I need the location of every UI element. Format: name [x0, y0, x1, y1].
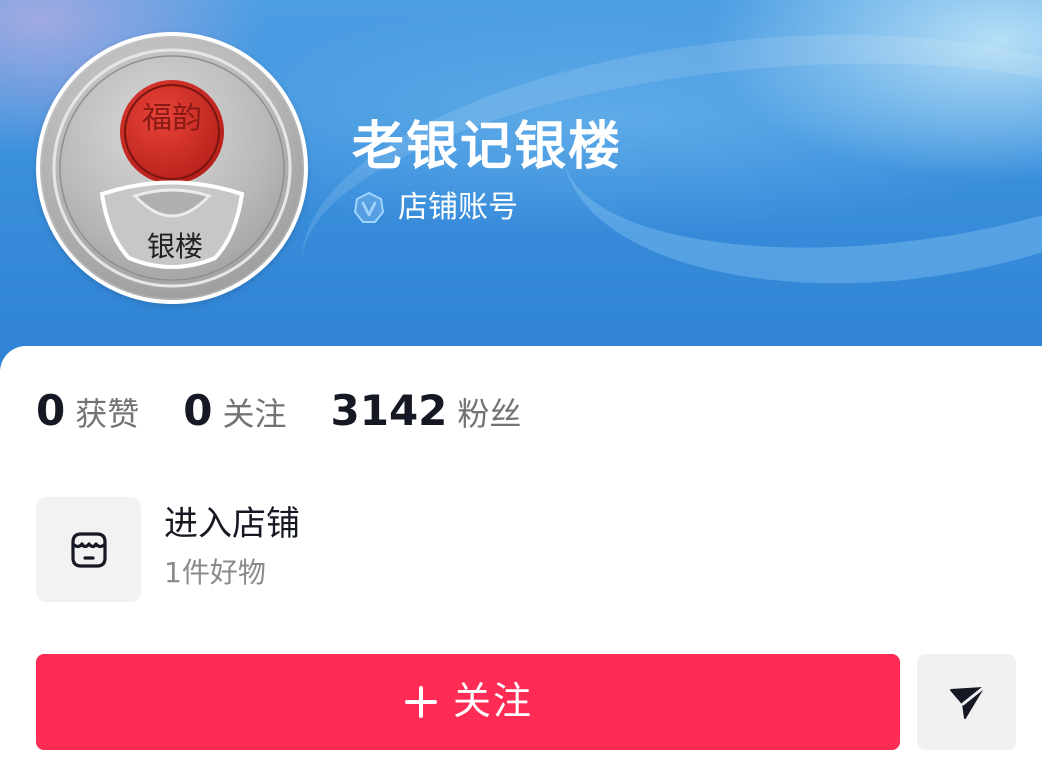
follow-label: 关注 [452, 681, 533, 723]
stat-following[interactable]: 0 关注 [183, 386, 286, 435]
account-type-label: 店铺账号 [398, 190, 518, 225]
account-type-badge: 店铺账号 [352, 188, 518, 228]
stat-following-value: 0 [183, 386, 213, 435]
profile-banner: 福韵 银楼 老银记银楼 店铺账号 [0, 0, 1042, 447]
avatar-seal-text: 福韵 [142, 101, 202, 136]
stat-likes[interactable]: 0 获赞 [36, 386, 139, 435]
avatar[interactable]: 福韵 银楼 [36, 32, 308, 304]
stat-followers-label: 粉丝 [457, 395, 522, 433]
stat-likes-label: 获赞 [75, 395, 140, 433]
store-icon-box [36, 497, 141, 602]
verified-icon [353, 191, 385, 223]
avatar-logo-image: 福韵 银楼 [42, 38, 302, 298]
store-product-count: 1件好物 [164, 556, 266, 589]
enter-store-link[interactable]: 进入店铺 1件好物 [36, 497, 636, 603]
share-button[interactable] [917, 654, 1016, 750]
stat-likes-value: 0 [36, 386, 66, 435]
stats-row: 0 获赞 0 关注 3142 粉丝 [36, 386, 565, 442]
plus-icon [404, 686, 437, 718]
profile-name: 老银记银楼 [352, 117, 623, 177]
store-title: 进入店铺 [164, 504, 300, 544]
profile-page: 福韵 银楼 老银记银楼 店铺账号 0 获赞 0 关注 3142 粉丝 进入店铺 … [0, 0, 1042, 772]
follow-button[interactable]: 关注 [36, 654, 900, 750]
stat-followers[interactable]: 3142 粉丝 [331, 386, 522, 435]
send-icon [949, 686, 984, 719]
stat-following-label: 关注 [222, 395, 287, 433]
stat-followers-value: 3142 [330, 386, 448, 435]
avatar-text: 银楼 [147, 230, 203, 263]
store-icon [70, 531, 107, 568]
